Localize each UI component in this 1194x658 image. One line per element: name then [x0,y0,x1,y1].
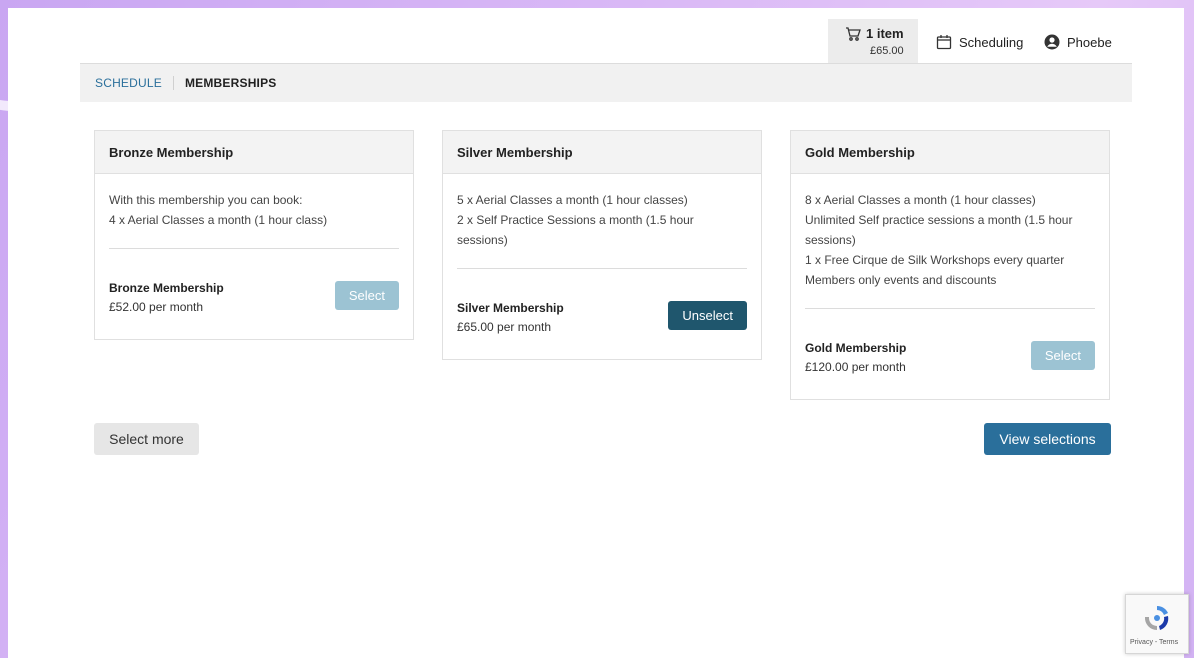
card-feature: With this membership you can book: [109,193,303,207]
scheduling-link[interactable]: Scheduling [936,34,1023,50]
user-name: Phoebe [1067,34,1112,50]
cart-total: £65.00 [870,45,904,57]
user-menu[interactable]: Phoebe [1044,34,1112,50]
card-feature: Members only events and discounts [805,273,997,287]
calendar-icon [936,35,952,50]
card-title: Silver Membership [443,131,761,174]
breadcrumb-schedule-link[interactable]: SCHEDULE [95,76,162,90]
top-header: 1 item £65.00 Scheduling Phoebe [80,8,1132,64]
breadcrumb: SCHEDULE MEMBERSHIPS [80,64,1132,102]
select-bronze-button[interactable]: Select [334,281,399,310]
breadcrumb-current: MEMBERSHIPS [184,76,277,90]
membership-card-bronze: Bronze Membership With this membership y… [94,130,414,340]
card-feature: 4 x Aerial Classes a month (1 hour class… [109,213,328,227]
membership-card-gold: Gold Membership 8 x Aerial Classes a mon… [790,130,1110,400]
scheduling-label: Scheduling [959,34,1024,50]
card-feature: sessions) [805,233,856,247]
card-feature: Unlimited Self practice sessions a month… [805,213,1073,227]
card-feature: 8 x Aerial Classes a month (1 hour class… [805,193,1036,207]
unselect-silver-button[interactable]: Unselect [668,301,747,330]
card-title: Gold Membership [791,131,1109,174]
card-feature: 1 x Free Cirque de Silk Workshops every … [805,253,1065,267]
cart-item-count: 1 item [866,26,904,41]
recaptcha-icon [1144,605,1169,631]
card-feature: 2 x Self Practice Sessions a month (1.5 … [457,213,694,227]
select-more-button[interactable]: Select more [94,423,199,455]
breadcrumb-separator [172,76,174,90]
card-feature: 5 x Aerial Classes a month (1 hour class… [457,193,688,207]
user-circle-icon [1044,34,1060,50]
card-feature: sessions) [457,233,508,247]
card-title: Bronze Membership [95,131,413,174]
cart-button[interactable]: 1 item £65.00 [828,19,918,63]
membership-card-silver: Silver Membership 5 x Aerial Classes a m… [442,130,762,360]
page-frame: 1 item £65.00 Scheduling Phoebe SCHEDULE… [8,8,1184,658]
view-selections-button[interactable]: View selections [984,423,1111,455]
cart-icon [846,27,861,41]
recaptcha-badge[interactable]: Privacy - Terms [1125,594,1189,654]
recaptcha-terms-link[interactable]: Privacy - Terms [1130,639,1178,646]
select-gold-button[interactable]: Select [1030,341,1095,370]
